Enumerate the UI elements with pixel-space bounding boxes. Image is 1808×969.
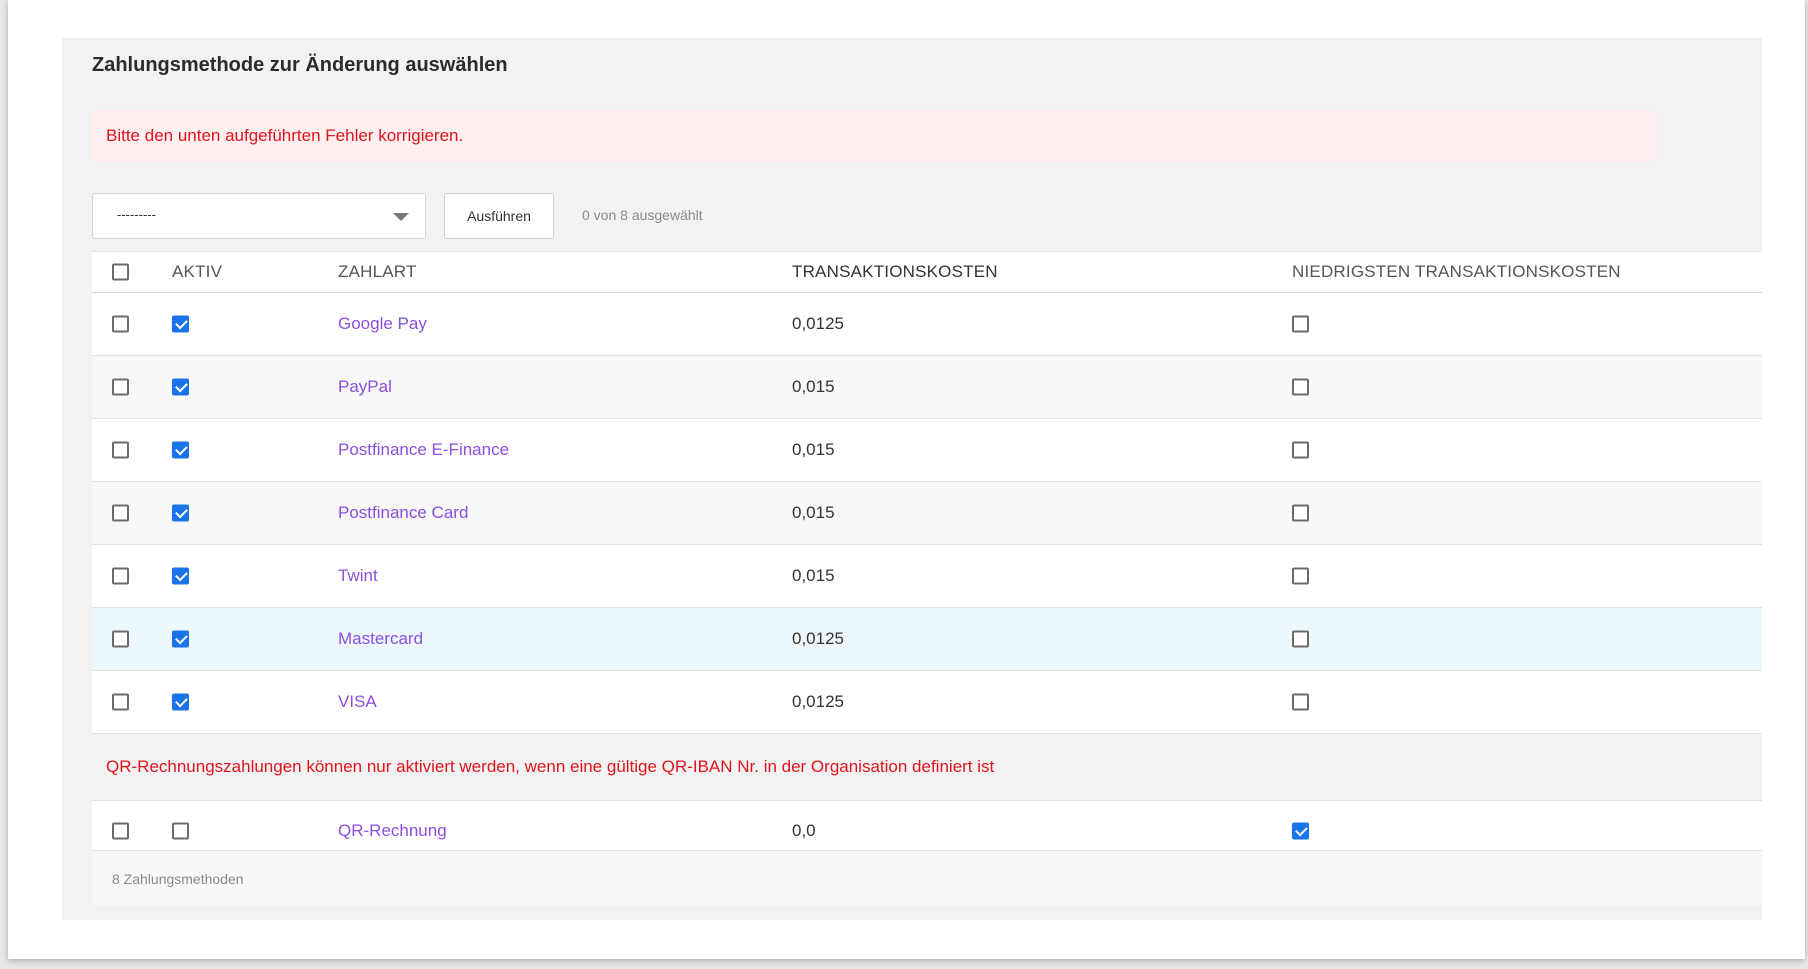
row-select-checkbox[interactable]: [112, 441, 129, 459]
action-select-value: ---------: [117, 207, 156, 222]
transaction-cost: 0,0125: [792, 314, 844, 333]
run-action-button[interactable]: Ausführen: [444, 193, 554, 239]
row-select-checkbox[interactable]: [112, 315, 129, 333]
lowest-cost-checkbox: [1292, 822, 1309, 840]
column-header-cost[interactable]: TRANSAKTIONSKOSTEN: [792, 262, 998, 282]
row-select-checkbox[interactable]: [112, 504, 129, 522]
content-panel: Zahlungsmethode zur Änderung auswählen B…: [62, 38, 1762, 920]
checkbox-box: [1292, 378, 1309, 396]
actions-bar: --------- Ausführen 0 von 8 ausgewählt: [92, 193, 792, 241]
table-row: Google Pay 0,0125: [92, 293, 1762, 356]
table-row: VISA 0,0125: [92, 671, 1762, 734]
checkbox-box: [1292, 441, 1309, 459]
checkbox-box: [112, 693, 129, 711]
column-header-active[interactable]: AKTIV: [172, 262, 222, 282]
checkbox-box: [112, 630, 129, 648]
checkbox-checked: [1292, 822, 1309, 840]
transaction-cost: 0,015: [792, 503, 835, 522]
checkbox-checked: [172, 378, 189, 396]
row-select-checkbox[interactable]: [112, 822, 129, 840]
checkbox-box: [112, 263, 129, 281]
checkbox-box: [112, 441, 129, 459]
table-row: PayPal 0,015: [92, 356, 1762, 419]
window-frame: Zahlungsmethode zur Änderung auswählen B…: [8, 0, 1805, 959]
row-select-checkbox[interactable]: [112, 630, 129, 648]
lowest-cost-checkbox: [1292, 315, 1309, 333]
active-checkbox: [172, 822, 189, 840]
qr-notice-row: QR-Rechnungszahlungen können nur aktivie…: [92, 734, 1762, 801]
result-count: 8 Zahlungsmethoden: [112, 871, 244, 887]
checkbox-box: [1292, 693, 1309, 711]
checkbox-box: [1292, 630, 1309, 648]
active-checkbox: [172, 504, 189, 522]
lowest-cost-checkbox: [1292, 504, 1309, 522]
select-all-checkbox[interactable]: [112, 263, 129, 281]
checkbox-checked: [172, 630, 189, 648]
payment-method-link[interactable]: Twint: [338, 566, 378, 586]
lowest-cost-checkbox: [1292, 378, 1309, 396]
transaction-cost: 0,015: [792, 440, 835, 459]
payment-method-link[interactable]: Postfinance E-Finance: [338, 440, 509, 460]
active-checkbox: [172, 378, 189, 396]
active-checkbox: [172, 630, 189, 648]
active-checkbox: [172, 441, 189, 459]
table-row: Twint 0,015: [92, 545, 1762, 608]
payment-method-link[interactable]: Mastercard: [338, 629, 423, 649]
row-select-checkbox[interactable]: [112, 567, 129, 585]
active-checkbox: [172, 315, 189, 333]
payment-method-link[interactable]: VISA: [338, 692, 377, 712]
checkbox-box: [112, 822, 129, 840]
checkbox-box: [112, 315, 129, 333]
table-row: Postfinance E-Finance 0,015: [92, 419, 1762, 482]
payment-method-link[interactable]: Google Pay: [338, 314, 427, 334]
transaction-cost: 0,0125: [792, 692, 844, 711]
payment-method-link[interactable]: QR-Rechnung: [338, 821, 447, 841]
lowest-cost-checkbox: [1292, 441, 1309, 459]
checkbox-box: [1292, 315, 1309, 333]
selection-counter: 0 von 8 ausgewählt: [582, 207, 703, 223]
active-checkbox: [172, 693, 189, 711]
payment-method-link[interactable]: Postfinance Card: [338, 503, 468, 523]
table-row: Postfinance Card 0,015: [92, 482, 1762, 545]
checkbox-checked: [172, 504, 189, 522]
checkbox-checked: [172, 567, 189, 585]
transaction-cost: 0,0125: [792, 629, 844, 648]
checkbox-checked: [172, 441, 189, 459]
row-select-checkbox[interactable]: [112, 378, 129, 396]
checkbox-box: [1292, 504, 1309, 522]
transaction-cost: 0,015: [792, 566, 835, 585]
paginator: 8 Zahlungsmethoden: [92, 850, 1762, 905]
page-title: Zahlungsmethode zur Änderung auswählen: [92, 54, 508, 76]
checkbox-checked: [172, 315, 189, 333]
checkbox-box: [112, 504, 129, 522]
active-checkbox: [172, 567, 189, 585]
table-row: Mastercard 0,0125: [92, 608, 1762, 671]
lowest-cost-checkbox: [1292, 567, 1309, 585]
checkbox-box: [112, 567, 129, 585]
checkbox-checked: [172, 693, 189, 711]
transaction-cost: 0,015: [792, 377, 835, 396]
payment-method-link[interactable]: PayPal: [338, 377, 392, 397]
column-header-name[interactable]: ZAHLART: [338, 262, 417, 282]
checkbox-box: [172, 822, 189, 840]
result-table: AKTIV ZAHLART TRANSAKTIONSKOSTEN NIEDRIG…: [92, 251, 1762, 862]
transaction-cost: 0,0: [792, 821, 816, 840]
qr-notice-text: QR-Rechnungszahlungen können nur aktivie…: [106, 757, 995, 776]
chevron-down-icon: [393, 213, 409, 221]
error-note: Bitte den unten aufgeführten Fehler korr…: [92, 110, 1658, 162]
lowest-cost-checkbox: [1292, 693, 1309, 711]
checkbox-box: [112, 378, 129, 396]
column-header-lowest[interactable]: NIEDRIGSTEN TRANSAKTIONSKOSTEN: [1292, 262, 1621, 282]
row-select-checkbox[interactable]: [112, 693, 129, 711]
lowest-cost-checkbox: [1292, 630, 1309, 648]
table-header-row: AKTIV ZAHLART TRANSAKTIONSKOSTEN NIEDRIG…: [92, 252, 1762, 293]
checkbox-box: [1292, 567, 1309, 585]
action-select[interactable]: ---------: [92, 193, 426, 239]
